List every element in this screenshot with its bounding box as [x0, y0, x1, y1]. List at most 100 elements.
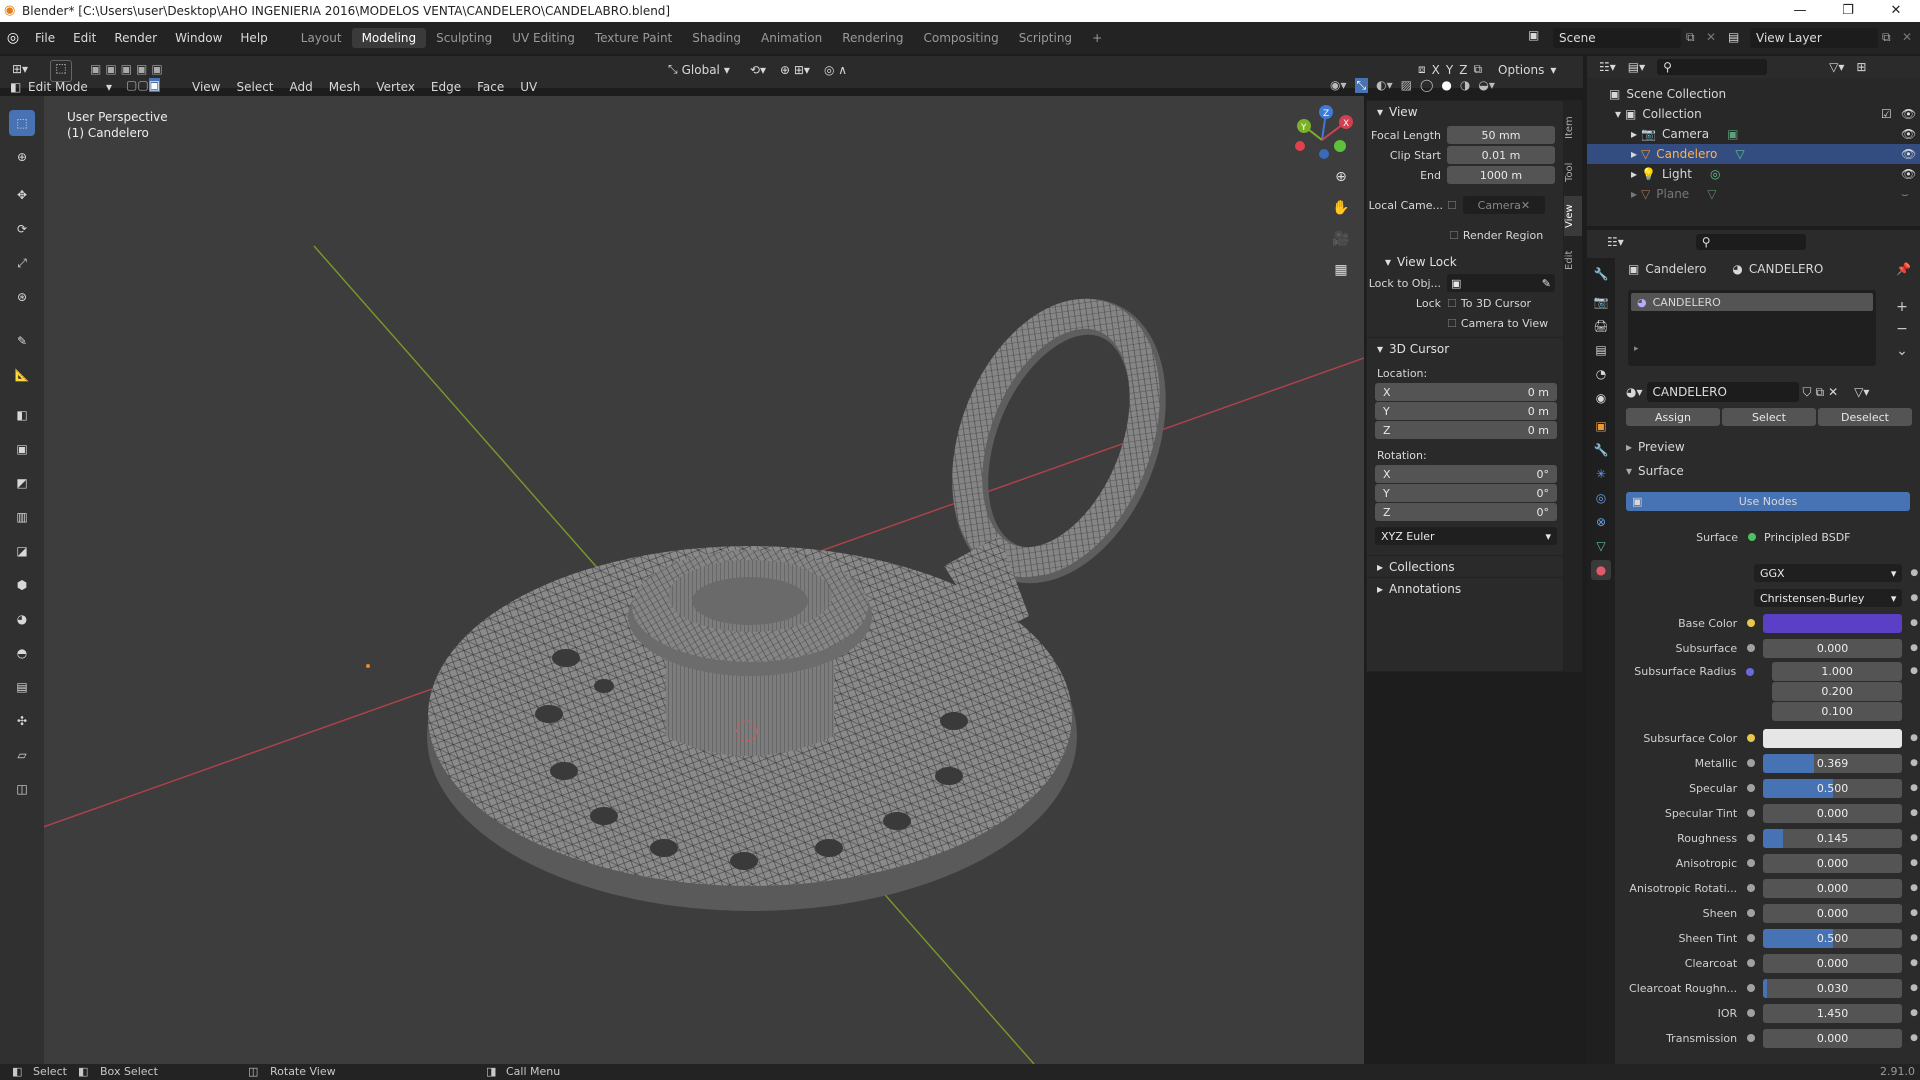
- use-nodes-button[interactable]: ▣ Use Nodes: [1626, 492, 1910, 511]
- eye-icon[interactable]: 👁: [1901, 127, 1916, 141]
- keyframe-dot-icon[interactable]: ●: [1910, 883, 1920, 893]
- 3d-viewport[interactable]: User Perspective (1) Candelero Z X Y ⊕ ✋…: [44, 96, 1364, 1064]
- tab-uv-editing[interactable]: UV Editing: [502, 28, 585, 48]
- inset-tool-icon[interactable]: ▣: [9, 436, 35, 462]
- outliner-item-light[interactable]: ▸ 💡 Light ◎ 👁: [1587, 164, 1920, 184]
- tab-view[interactable]: View: [1564, 196, 1582, 236]
- select-mode-icons[interactable]: ▣▣▣▣▣: [90, 62, 167, 76]
- keyframe-dot-icon[interactable]: ●: [1910, 666, 1920, 676]
- material-name-field[interactable]: CANDELERO: [1646, 382, 1799, 402]
- shrink-fatten-tool-icon[interactable]: ✣: [9, 708, 35, 734]
- view-layer-selector[interactable]: View Layer: [1750, 28, 1878, 48]
- clip-end-field[interactable]: 1000 m: [1447, 166, 1555, 184]
- keyframe-dot-icon[interactable]: ●: [1910, 858, 1920, 868]
- camera-to-view-checkbox[interactable]: ☐: [1447, 317, 1457, 330]
- zoom-icon[interactable]: ⊕: [1330, 162, 1352, 193]
- rotation-mode-dropdown[interactable]: XYZ Euler ▾: [1375, 527, 1557, 545]
- outliner-item-plane[interactable]: ▸ ▽ Plane ▽ ⌣: [1587, 184, 1920, 204]
- menu-face[interactable]: Face: [477, 80, 504, 94]
- filter-icon[interactable]: ▽▾: [1829, 60, 1844, 74]
- new-scene-icon[interactable]: ⧉: [1686, 30, 1695, 45]
- tab-shading[interactable]: Shading: [682, 28, 751, 48]
- tab-modeling[interactable]: Modeling: [351, 28, 427, 48]
- outliner-type-icon[interactable]: ☷▾: [1599, 60, 1616, 74]
- outliner-search[interactable]: ⚲: [1657, 59, 1768, 75]
- keyframe-dot-icon[interactable]: ●: [1910, 983, 1920, 993]
- keyframe-dot-icon[interactable]: ●: [1910, 908, 1920, 918]
- base-color-swatch[interactable]: [1763, 613, 1903, 633]
- extrude-tool-icon[interactable]: ◧: [9, 402, 35, 428]
- editor-type-icon[interactable]: ⊞▾: [12, 62, 28, 76]
- subsurface-color-swatch[interactable]: [1763, 728, 1903, 748]
- param-slider[interactable]: 0.500: [1763, 928, 1903, 948]
- keyframe-dot-icon[interactable]: ●: [1910, 568, 1920, 578]
- keyframe-dot-icon[interactable]: ●: [1910, 1008, 1920, 1018]
- material-link-icon[interactable]: ▽▾: [1854, 385, 1869, 399]
- location-z[interactable]: Z0 m: [1375, 421, 1557, 439]
- focal-length-field[interactable]: 50 mm: [1447, 126, 1555, 144]
- menu-window[interactable]: Window: [166, 31, 231, 45]
- measure-tool-icon[interactable]: 📐: [9, 362, 35, 388]
- transform-orientation[interactable]: Global: [682, 63, 720, 77]
- outliner-item-candelero[interactable]: ▸ ▽ Candelero ▽ 👁: [1587, 144, 1920, 164]
- subsurface-radius-y[interactable]: 0.200: [1772, 682, 1903, 701]
- annotate-tool-icon[interactable]: ✎: [9, 328, 35, 354]
- output-tab-icon[interactable]: 🖨: [1591, 316, 1611, 336]
- loop-cut-tool-icon[interactable]: ▥: [9, 504, 35, 530]
- deselect-button[interactable]: Deselect: [1818, 408, 1912, 426]
- render-tab-icon[interactable]: 📷: [1591, 292, 1611, 312]
- camera-view-icon[interactable]: 🎥: [1330, 224, 1352, 255]
- keyframe-dot-icon[interactable]: ●: [1910, 593, 1920, 603]
- maximize-icon[interactable]: ❐: [1828, 0, 1868, 22]
- xray-icon[interactable]: ▨: [1401, 78, 1412, 93]
- world-tab-icon[interactable]: ◉: [1591, 388, 1611, 408]
- new-view-layer-icon[interactable]: ⧉: [1882, 30, 1891, 45]
- param-slider[interactable]: 0.000: [1763, 878, 1903, 898]
- menu-file[interactable]: File: [26, 31, 64, 45]
- shear-tool-icon[interactable]: ▱: [9, 742, 35, 768]
- physics-tab-icon[interactable]: ◎: [1591, 488, 1611, 508]
- blender-menu-icon[interactable]: ◎: [0, 30, 26, 46]
- outliner-item-camera[interactable]: ▸ 📷 Camera ▣ 👁: [1587, 124, 1920, 144]
- axis-x[interactable]: X: [1432, 63, 1440, 77]
- tab-compositing[interactable]: Compositing: [913, 28, 1008, 48]
- tab-scripting[interactable]: Scripting: [1009, 28, 1082, 48]
- properties-type-icon[interactable]: ☷▾: [1607, 235, 1624, 249]
- fake-user-icon[interactable]: ⛉: [1803, 385, 1812, 400]
- tab-animation[interactable]: Animation: [751, 28, 832, 48]
- new-collection-icon[interactable]: ⊞: [1856, 60, 1866, 74]
- eye-icon[interactable]: 👁: [1901, 147, 1916, 161]
- shading-render-icon[interactable]: ◒▾: [1478, 78, 1495, 93]
- param-slider[interactable]: 0.000: [1763, 638, 1903, 658]
- location-y[interactable]: Y0 m: [1375, 402, 1557, 420]
- keyframe-dot-icon[interactable]: ●: [1910, 758, 1920, 768]
- modifier-tab-icon[interactable]: 🔧: [1591, 440, 1611, 460]
- tab-texture-paint[interactable]: Texture Paint: [585, 28, 682, 48]
- distribution-dropdown[interactable]: GGX ▾: [1754, 564, 1903, 582]
- rotation-z[interactable]: Z 0°: [1375, 503, 1557, 521]
- keyframe-dot-icon[interactable]: ●: [1910, 783, 1920, 793]
- menu-vertex[interactable]: Vertex: [376, 80, 415, 94]
- edge-slide-tool-icon[interactable]: ▤: [9, 674, 35, 700]
- menu-mesh[interactable]: Mesh: [329, 80, 361, 94]
- render-region-checkbox[interactable]: ☐: [1449, 229, 1459, 242]
- view-section-title[interactable]: View: [1389, 105, 1417, 119]
- scene-selector[interactable]: Scene: [1553, 28, 1681, 48]
- menu-render[interactable]: Render: [105, 31, 166, 45]
- material-slot-list[interactable]: ◕ CANDELERO ▸: [1628, 290, 1876, 366]
- keyframe-dot-icon[interactable]: ●: [1910, 618, 1920, 628]
- navigation-gizmo[interactable]: Z X Y: [1284, 102, 1364, 172]
- assign-button[interactable]: Assign: [1626, 408, 1720, 426]
- tab-tool[interactable]: Tool: [1564, 154, 1582, 190]
- param-slider[interactable]: 0.369: [1763, 753, 1903, 773]
- material-tab-icon[interactable]: ●: [1591, 560, 1611, 580]
- axis-y[interactable]: Y: [1446, 63, 1453, 77]
- cursor-tool-icon[interactable]: ⊕: [9, 144, 35, 170]
- view-layer-tab-icon[interactable]: ▤: [1591, 340, 1611, 360]
- param-slider[interactable]: 0.000: [1763, 953, 1903, 973]
- display-mode-icon[interactable]: ▤▾: [1628, 60, 1645, 74]
- param-slider[interactable]: 1.450: [1763, 1003, 1903, 1023]
- tab-edit[interactable]: Edit: [1564, 242, 1582, 278]
- poly-build-tool-icon[interactable]: ⬢: [9, 572, 35, 598]
- surface-section[interactable]: ▾ Surface: [1626, 464, 1684, 478]
